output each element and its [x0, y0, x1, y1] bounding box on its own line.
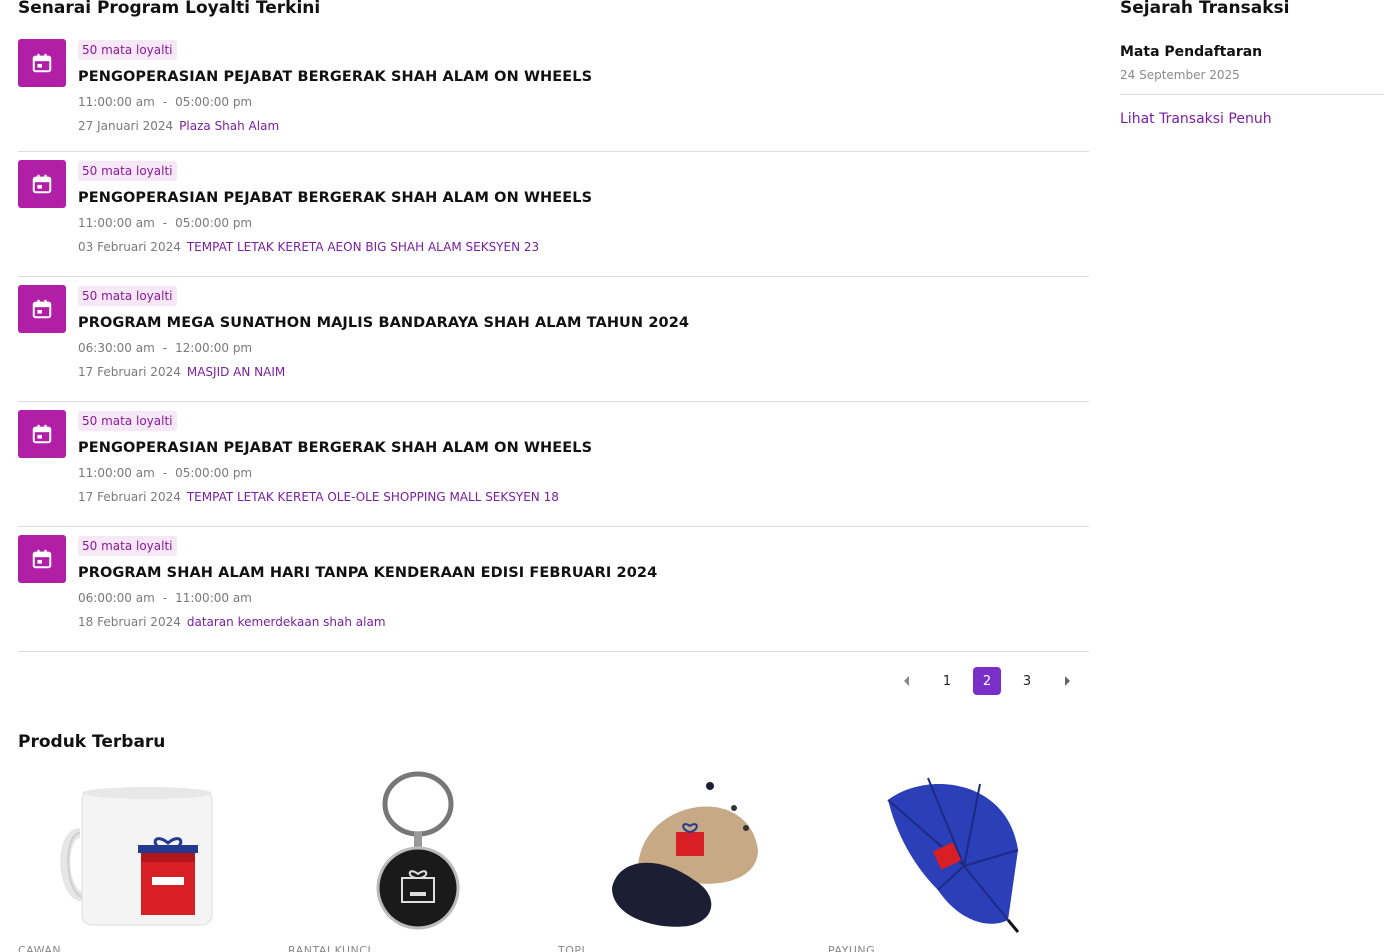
divider [1120, 94, 1384, 95]
umbrella-image[interactable] [868, 770, 1038, 935]
cap-image[interactable] [598, 770, 768, 935]
caret-left-icon [904, 676, 909, 686]
program-location-link[interactable]: TEMPAT LETAK KERETA OLE-OLE SHOPPING MAL… [187, 490, 559, 504]
keychain-image[interactable] [328, 770, 498, 935]
program-time: 11:00:00 am -05:00:00 pm [78, 94, 1089, 110]
product-card[interactable]: CAWAN [18, 770, 288, 952]
program-time: 11:00:00 am -05:00:00 pm [78, 215, 1089, 231]
program-title[interactable]: PENGOPERASIAN PEJABAT BERGERAK SHAH ALAM… [78, 68, 1089, 86]
program-date: 03 Februari 2024 [78, 240, 181, 254]
time-separator: - [162, 216, 168, 230]
start-time: 06:00:00 am [78, 591, 155, 605]
program-title[interactable]: PENGOPERASIAN PEJABAT BERGERAK SHAH ALAM… [78, 189, 1089, 207]
program-meta: 27 Januari 2024 Plaza Shah Alam [78, 118, 1089, 134]
transaction-item-label: Mata Pendaftaran [1120, 44, 1263, 60]
program-date: 17 Februari 2024 [78, 490, 181, 504]
program-location-link[interactable]: dataran kemerdekaan shah alam [187, 615, 386, 629]
time-separator: - [162, 591, 168, 605]
calendar-icon [18, 410, 66, 458]
transaction-item-date: 24 September 2025 [1120, 68, 1240, 82]
end-time: 05:00:00 pm [175, 216, 253, 230]
page-button-3[interactable]: 3 [1013, 667, 1041, 695]
program-section-title: Senarai Program Loyalti Terkini [18, 0, 321, 18]
program-time: 06:00:00 am -11:00:00 am [78, 590, 1089, 606]
caret-right-icon [1065, 676, 1070, 686]
end-time: 05:00:00 pm [175, 466, 253, 480]
transaction-history-panel: Sejarah Transaksi Mata Pendaftaran 24 Se… [1120, 0, 1384, 127]
program-title[interactable]: PENGOPERASIAN PEJABAT BERGERAK SHAH ALAM… [78, 439, 1089, 457]
transaction-history-title: Sejarah Transaksi [1120, 0, 1290, 18]
page-button-2[interactable]: 2 [973, 667, 1001, 695]
program-item[interactable]: 50 mata loyalti PENGOPERASIAN PEJABAT BE… [18, 18, 1089, 152]
start-time: 11:00:00 am [78, 95, 155, 109]
product-card[interactable]: TOPI [558, 770, 828, 952]
program-time: 06:30:00 am -12:00:00 pm [78, 340, 1089, 356]
points-badge: 50 mata loyalti [78, 286, 177, 306]
calendar-icon [18, 160, 66, 208]
program-meta: 17 Februari 2024 MASJID AN NAIM [78, 364, 1089, 380]
view-full-transactions-link[interactable]: Lihat Transaksi Penuh [1120, 111, 1272, 127]
next-page-button[interactable] [1053, 667, 1081, 695]
points-badge: 50 mata loyalti [78, 40, 177, 60]
page-button-1[interactable]: 1 [933, 667, 961, 695]
program-time: 11:00:00 am -05:00:00 pm [78, 465, 1089, 481]
program-date: 27 Januari 2024 [78, 119, 174, 133]
end-time: 11:00:00 am [175, 591, 252, 605]
end-time: 05:00:00 pm [175, 95, 253, 109]
product-name[interactable]: TOPI [558, 944, 585, 952]
program-meta: 03 Februari 2024 TEMPAT LETAK KERETA AEON… [78, 239, 1089, 255]
product-card[interactable]: PAYUNG [828, 770, 1098, 952]
product-name[interactable]: RANTAI KUNCI [288, 944, 371, 952]
calendar-icon [18, 535, 66, 583]
program-item[interactable]: 50 mata loyalti PENGOPERASIAN PEJABAT BE… [18, 152, 1089, 277]
program-list: 50 mata loyalti PENGOPERASIAN PEJABAT BE… [18, 18, 1089, 652]
product-list: CAWAN RANTAI KUNCI TOPI PAYUNG [18, 770, 1098, 952]
product-card[interactable]: RANTAI KUNCI [288, 770, 558, 952]
program-meta: 17 Februari 2024 TEMPAT LETAK KERETA OLE-… [78, 489, 1089, 505]
start-time: 11:00:00 am [78, 216, 155, 230]
product-name[interactable]: PAYUNG [828, 944, 875, 952]
program-location-link[interactable]: Plaza Shah Alam [179, 119, 279, 133]
program-meta: 18 Februari 2024 dataran kemerdekaan shah… [78, 614, 1089, 630]
prev-page-button[interactable] [893, 667, 921, 695]
products-section-title: Produk Terbaru [18, 732, 166, 752]
time-separator: - [162, 95, 168, 109]
program-location-link[interactable]: TEMPAT LETAK KERETA AEON BIG SHAH ALAM S… [187, 240, 539, 254]
program-section: Senarai Program Loyalti Terkini 50 mata … [18, 0, 1089, 695]
mug-image[interactable] [58, 770, 228, 935]
start-time: 11:00:00 am [78, 466, 155, 480]
program-item[interactable]: 50 mata loyalti PENGOPERASIAN PEJABAT BE… [18, 402, 1089, 527]
end-time: 12:00:00 pm [175, 341, 253, 355]
time-separator: - [162, 466, 168, 480]
calendar-icon [18, 285, 66, 333]
program-item[interactable]: 50 mata loyalti PROGRAM MEGA SUNATHON MA… [18, 277, 1089, 402]
pagination: 1 2 3 [893, 667, 1081, 695]
program-date: 17 Februari 2024 [78, 365, 181, 379]
program-title[interactable]: PROGRAM MEGA SUNATHON MAJLIS BANDARAYA S… [78, 314, 1089, 332]
calendar-icon [18, 39, 66, 87]
time-separator: - [162, 341, 168, 355]
program-location-link[interactable]: MASJID AN NAIM [187, 365, 285, 379]
points-badge: 50 mata loyalti [78, 536, 177, 556]
program-item[interactable]: 50 mata loyalti PROGRAM SHAH ALAM HARI T… [18, 527, 1089, 652]
program-title[interactable]: PROGRAM SHAH ALAM HARI TANPA KENDERAAN E… [78, 564, 1089, 582]
points-badge: 50 mata loyalti [78, 411, 177, 431]
start-time: 06:30:00 am [78, 341, 155, 355]
points-badge: 50 mata loyalti [78, 161, 177, 181]
product-name[interactable]: CAWAN [18, 944, 61, 952]
program-date: 18 Februari 2024 [78, 615, 181, 629]
